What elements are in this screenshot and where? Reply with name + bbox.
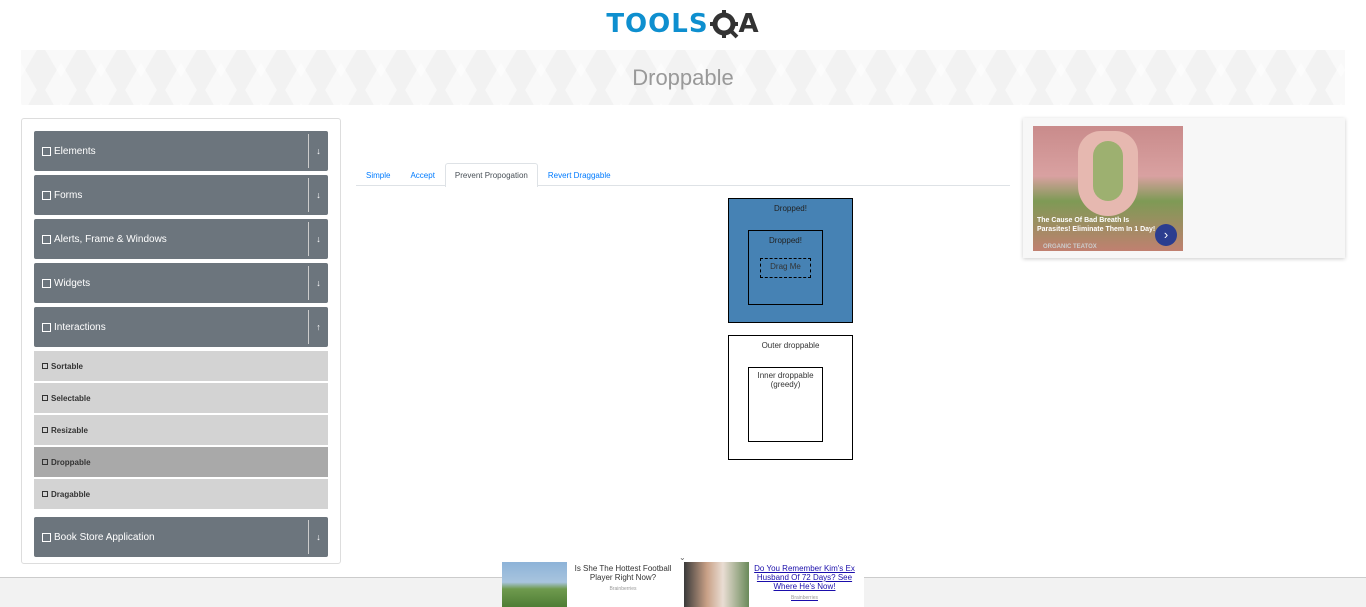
sidebar-item-label: Resizable [51, 425, 88, 435]
sidebar-group-label: Forms [54, 189, 83, 201]
ad-headline: Is She The Hottest Football Player Right… [574, 564, 672, 582]
chevron-down-icon[interactable]: ↓ [308, 520, 328, 554]
sidebar-item-droppable[interactable]: Droppable [34, 447, 328, 477]
sidebar-group-label: Elements [54, 145, 96, 157]
toolsqa-logo[interactable]: TOOLS QA A [606, 9, 759, 39]
interaction-icon [42, 322, 51, 332]
ad-link-kim[interactable]: Do You Remember Kim's Ex Husband Of 72 D… [752, 564, 857, 603]
sidebar: Elements ↓ Forms ↓ Alerts, Frame & Windo… [21, 118, 341, 564]
sidebar-item-label: Sortable [51, 361, 84, 371]
drag-box[interactable]: Drag Me [760, 258, 811, 278]
ad-source: Brainberries [609, 586, 637, 592]
sidebar-group-forms[interactable]: Forms ↓ [34, 175, 328, 215]
sidebar-item-dragabble[interactable]: Dragabble [34, 479, 328, 509]
sidebar-item-resizable[interactable]: Resizable [34, 415, 328, 445]
chevron-down-icon[interactable]: ↓ [308, 178, 328, 212]
sidebar-item-selectable[interactable]: Selectable [34, 383, 328, 413]
ad-caption[interactable]: The Cause Of Bad Breath Is Parasites! El… [1037, 216, 1157, 234]
menu-icon [42, 146, 51, 156]
form-icon [42, 190, 51, 200]
logo-text-tools: TOOLS [606, 9, 709, 39]
outer-dropped-label: Dropped! [774, 204, 807, 213]
header: TOOLS QA A [0, 0, 1366, 48]
ad-thumbnail-kim[interactable] [684, 562, 749, 607]
ad-headline: Do You Remember Kim's Ex Husband Of 72 D… [754, 564, 855, 591]
chevron-up-icon[interactable]: ↑ [308, 310, 328, 344]
grid-icon [42, 278, 51, 288]
not-greedy-inner-drop-box[interactable]: Dropped! Drag Me [748, 230, 823, 305]
ad-link-football[interactable]: Is She The Hottest Football Player Right… [567, 564, 679, 594]
ad-source: Brainberries [791, 595, 818, 601]
sidebar-group-label: Interactions [54, 321, 106, 333]
sidebar-item-label: Droppable [51, 457, 91, 467]
inner-dropped-label: Dropped! [769, 236, 802, 245]
sidebar-group-interactions[interactable]: Interactions ↑ [34, 307, 328, 347]
sidebar-item-sortable[interactable]: Sortable [34, 351, 328, 381]
list-icon [42, 459, 48, 465]
sidebar-group-label: Alerts, Frame & Windows [54, 233, 167, 245]
sidebar-group-book-store[interactable]: Book Store Application ↓ [34, 517, 328, 557]
sidebar-group-alerts[interactable]: Alerts, Frame & Windows ↓ [34, 219, 328, 259]
chevron-down-icon[interactable]: ↓ [308, 266, 328, 300]
tab-accept[interactable]: Accept [400, 163, 444, 186]
window-icon [42, 234, 51, 244]
book-icon [42, 532, 51, 542]
outer-droppable-label: Outer droppable [761, 341, 820, 350]
greedy-outer-drop-box[interactable]: Outer droppable Inner droppable (greedy) [728, 335, 853, 460]
collapse-ad-icon[interactable]: ⌄ [679, 553, 686, 562]
tab-prevent-propogation[interactable]: Prevent Propogation [444, 163, 538, 187]
sidebar-group-label: Book Store Application [54, 531, 155, 543]
ad-image[interactable]: The Cause Of Bad Breath Is Parasites! El… [1033, 126, 1183, 251]
inner-droppable-label: Inner droppable (greedy) [757, 371, 814, 389]
list-icon [42, 363, 48, 369]
side-ad: The Cause Of Bad Breath Is Parasites! El… [1023, 118, 1345, 258]
chevron-down-icon[interactable]: ↓ [308, 134, 328, 168]
sidebar-item-label: Selectable [51, 393, 91, 403]
not-greedy-outer-drop-box[interactable]: Dropped! Dropped! Drag Me [728, 198, 853, 323]
page-title: Droppable [632, 64, 734, 90]
logo-text-qa: QA A [709, 9, 760, 39]
ad-thumbnail-football[interactable] [502, 562, 567, 607]
ad-brand: ORGANIC TEATOX [1043, 244, 1097, 250]
list-icon [42, 427, 48, 433]
list-icon [42, 395, 48, 401]
sidebar-group-elements[interactable]: Elements ↓ [34, 131, 328, 171]
ad-photo-leaf [1093, 141, 1123, 201]
logo-letter-a: A [738, 9, 760, 39]
list-icon [42, 491, 48, 497]
sidebar-item-label: Dragabble [51, 489, 91, 499]
sidebar-group-widgets[interactable]: Widgets ↓ [34, 263, 328, 303]
page-banner: Droppable [21, 50, 1345, 105]
chevron-down-icon[interactable]: ↓ [308, 222, 328, 256]
tab-simple[interactable]: Simple [356, 163, 400, 186]
bottom-ad: ⌄ Is She The Hottest Football Player Rig… [502, 553, 864, 607]
arrow-right-icon[interactable]: › [1155, 224, 1177, 246]
droppable-tabs: Simple Accept Prevent Propogation Revert… [356, 163, 1010, 187]
greedy-inner-drop-box[interactable]: Inner droppable (greedy) [748, 367, 823, 442]
sidebar-group-label: Widgets [54, 277, 91, 289]
tab-revert-draggable[interactable]: Revert Draggable [538, 163, 621, 186]
gear-icon [709, 10, 738, 39]
